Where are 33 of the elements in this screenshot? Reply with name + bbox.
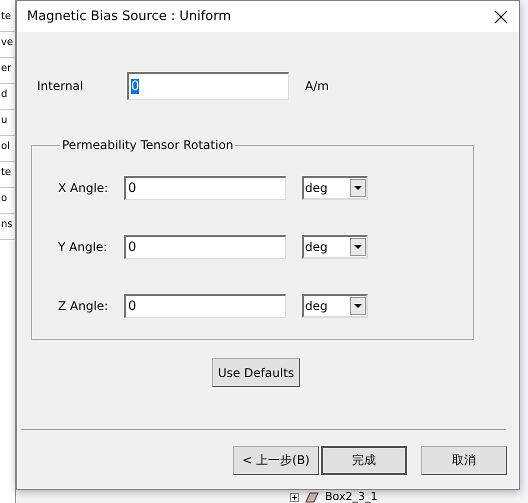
list-item[interactable]: te <box>0 162 15 188</box>
list-item[interactable]: u <box>0 110 15 136</box>
dropdown-arrow-icon <box>354 304 362 308</box>
input-field[interactable]: 0 <box>124 235 286 259</box>
field-label: Z Angle: <box>58 299 110 313</box>
unit-dropdown[interactable]: deg <box>302 176 368 200</box>
window-title: Magnetic Bias Source : Uniform <box>27 9 232 24</box>
dropdown-arrow-icon <box>354 186 362 190</box>
tree-item[interactable]: Box2_3_1 <box>325 491 378 503</box>
list-item[interactable]: te <box>0 6 15 32</box>
unit-dropdown[interactable]: deg <box>302 235 368 259</box>
list-item[interactable]: ns <box>0 214 15 240</box>
list-item[interactable]: o <box>0 188 15 214</box>
list-item[interactable]: d <box>0 84 15 110</box>
wizard-button[interactable]: < 上一步(B) <box>233 446 319 475</box>
expand-icon[interactable] <box>290 492 299 502</box>
field-label: Y Angle: <box>58 240 108 254</box>
unit-label: A/m <box>305 79 329 93</box>
wizard-button[interactable]: 取消 <box>421 446 507 475</box>
close-icon[interactable] <box>493 8 509 24</box>
list-item[interactable]: ol <box>0 136 15 162</box>
list-item[interactable]: er <box>0 58 15 84</box>
wizard-button[interactable]: 完成 <box>321 446 407 475</box>
input-field[interactable]: 0 <box>127 72 289 100</box>
input-field[interactable]: 0 <box>124 176 286 200</box>
group-title: Permeability Tensor Rotation <box>61 138 234 152</box>
unit-dropdown[interactable]: deg <box>302 294 368 318</box>
list-item[interactable]: ve <box>0 32 15 58</box>
field-label: X Angle: <box>58 181 110 195</box>
dropdown-arrow-icon <box>354 245 362 249</box>
field-label: Internal <box>37 79 84 93</box>
use-defaults-button[interactable]: Use Defaults <box>212 358 300 387</box>
input-field[interactable]: 0 <box>124 294 286 318</box>
